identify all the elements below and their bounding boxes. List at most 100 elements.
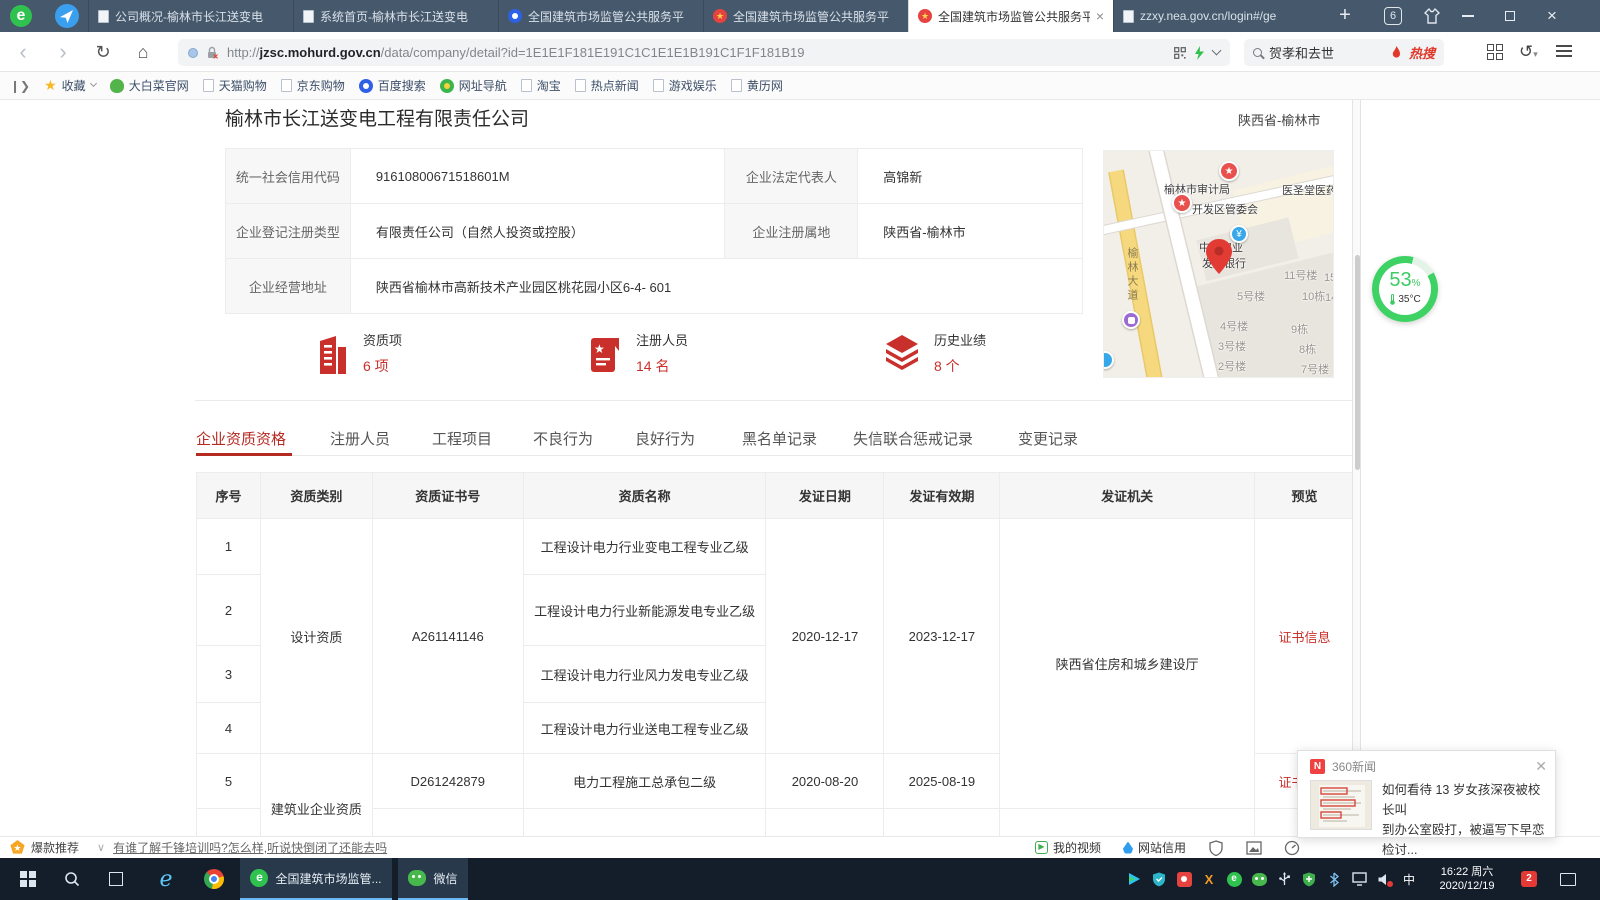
ime-indicator[interactable]: 中 xyxy=(1401,871,1417,887)
display-icon[interactable] xyxy=(1351,871,1367,887)
map-red-pin[interactable] xyxy=(1206,239,1232,275)
bookmark-baidu[interactable]: 百度搜索 xyxy=(359,77,426,94)
taskbar-wechat-app[interactable]: 微信 xyxy=(398,858,468,900)
back-icon[interactable]: ‹ xyxy=(8,32,38,72)
browser-tab-5-active[interactable]: ★ 全国建筑市场监管公共服务平 × xyxy=(908,0,1113,32)
news-thumbnail[interactable] xyxy=(1310,780,1372,830)
bookmark-jd[interactable]: 京东购物 xyxy=(281,77,345,94)
bookmark-nav[interactable]: 网址导航 xyxy=(440,77,507,94)
green-shield-icon[interactable] xyxy=(1301,871,1317,887)
favorites-menu[interactable]: ★ 收藏 xyxy=(44,77,96,94)
home-icon[interactable]: ⌂ xyxy=(128,32,158,72)
usb-icon[interactable] xyxy=(1276,871,1292,887)
time: 16:22 周六 xyxy=(1441,865,1494,879)
taskbar-ie-button[interactable]: e xyxy=(144,858,188,900)
tab-change-records[interactable]: 变更记录 xyxy=(1018,428,1078,449)
new-tab-button[interactable]: + xyxy=(1332,3,1358,29)
popup-close-icon[interactable]: ✕ xyxy=(1535,758,1547,775)
x-app-icon[interactable]: X xyxy=(1201,871,1217,887)
taskbar-clock[interactable]: 16:22 周六 2020/12/19 xyxy=(1428,858,1506,900)
taskbar-search-button[interactable] xyxy=(52,858,92,900)
hot-search-label[interactable]: 热搜 xyxy=(1409,43,1435,62)
collapse-icon[interactable]: ∨ xyxy=(97,841,105,854)
browser-tab-3[interactable]: 全国建筑市场监管公共服务平 xyxy=(498,0,703,32)
scrollbar-thumb[interactable] xyxy=(1355,255,1360,470)
tab-dishonesty-records[interactable]: 失信联合惩戒记录 xyxy=(853,428,973,449)
undo-recent-icon[interactable]: ↺▾ xyxy=(1519,42,1538,62)
site-info-icon[interactable] xyxy=(188,48,198,58)
browser-app-icon: e xyxy=(250,869,268,887)
map-star-marker[interactable]: ★ xyxy=(1172,193,1192,213)
tab-qualifications[interactable]: 企业资质资格 xyxy=(196,428,286,449)
search-box[interactable]: 贺孝和去世 热搜 xyxy=(1244,39,1444,66)
tab-blacklist[interactable]: 黑名单记录 xyxy=(742,428,817,449)
taskbar-chrome-button[interactable] xyxy=(192,858,236,900)
red-app-icon[interactable] xyxy=(1176,871,1192,887)
map-building-label: 2号楼 xyxy=(1218,358,1246,374)
close-button[interactable]: × xyxy=(1534,0,1570,32)
message-badge[interactable]: 2 xyxy=(1512,858,1546,900)
tab-registered-personnel[interactable]: 注册人员 xyxy=(330,428,390,449)
url-text[interactable]: http://jzsc.mohurd.gov.cn/data/company/d… xyxy=(227,45,1166,60)
speed-lightning-icon[interactable] xyxy=(1194,46,1205,60)
browser-tab-4[interactable]: ★ 全国建筑市场监管公共服务平 xyxy=(703,0,908,32)
tab-close-icon[interactable]: × xyxy=(1096,10,1104,22)
360-shield-icon[interactable] xyxy=(1151,871,1167,887)
forward-icon[interactable]: › xyxy=(48,32,78,72)
wechat-tray-icon[interactable] xyxy=(1251,871,1267,887)
tab-good-behavior[interactable]: 良好行为 xyxy=(635,428,695,449)
insecure-lock-icon: × xyxy=(206,46,219,60)
location-map[interactable]: 榆林市审计局 医圣堂医药 开发区管委会 中国农业 发展银行 11号楼 5号楼 1… xyxy=(1103,150,1334,378)
cell-no: 3 xyxy=(197,646,261,703)
bookmark-huangli[interactable]: 黄历网 xyxy=(731,77,783,94)
task-view-button[interactable] xyxy=(96,858,136,900)
certificate-info-link[interactable]: 证书信息 xyxy=(1255,519,1355,754)
map-bank-marker[interactable]: ¥ xyxy=(1230,225,1248,243)
shield-icon[interactable] xyxy=(1208,840,1224,856)
skin-theme-icon[interactable] xyxy=(1422,6,1442,26)
bluetooth-icon[interactable] xyxy=(1326,871,1342,887)
taskbar-active-app[interactable]: e 全国建筑市场监管... xyxy=(240,858,392,900)
qr-code-icon[interactable] xyxy=(1174,47,1186,59)
news-headline[interactable]: 如何看待 13 岁女孩深夜被校长叫 到办公室殴打，被逼写下早恋检讨... xyxy=(1382,780,1545,860)
expand-sidebar-icon[interactable]: ❙❯ xyxy=(10,79,30,93)
bookmark-games[interactable]: 游戏娱乐 xyxy=(653,77,717,94)
browser-tab-1[interactable]: 公司概况-榆林市长江送变电 xyxy=(88,0,293,32)
page-icon xyxy=(1123,10,1134,23)
map-shop-marker[interactable] xyxy=(1122,311,1140,329)
volume-icon[interactable] xyxy=(1376,871,1392,887)
bookmark-tmall[interactable]: 天猫购物 xyxy=(203,77,267,94)
360-browser-icon[interactable]: e xyxy=(1226,871,1242,887)
main-menu-icon[interactable] xyxy=(1556,45,1572,57)
apps-grid-icon[interactable] xyxy=(1487,44,1503,60)
bookmark-news[interactable]: 热点新闻 xyxy=(575,77,639,94)
bookmark-dabaicai[interactable]: 大白菜官网 xyxy=(110,77,189,94)
tab-count-badge[interactable]: 6 xyxy=(1384,7,1402,25)
map-star-marker[interactable]: ★ xyxy=(1219,161,1239,181)
compass-icon[interactable] xyxy=(55,4,79,28)
image-icon[interactable] xyxy=(1246,841,1262,855)
hot-recommend-label[interactable]: 爆款推荐 xyxy=(31,839,79,856)
minimize-button[interactable] xyxy=(1450,0,1486,32)
tencent-video-icon[interactable] xyxy=(1126,871,1142,887)
action-center-button[interactable] xyxy=(1548,858,1588,900)
browser-tab-6[interactable]: zzxy.nea.gov.cn/login#/ge xyxy=(1113,0,1318,32)
chevron-down-icon[interactable] xyxy=(1212,46,1222,56)
site-credit-button[interactable]: 网站信用 xyxy=(1123,839,1186,856)
bookmark-taobao[interactable]: 淘宝 xyxy=(521,77,561,94)
map-building-label: 3号楼 xyxy=(1218,338,1246,354)
tab-bad-behavior[interactable]: 不良行为 xyxy=(533,428,593,449)
url-box[interactable]: × http://jzsc.mohurd.gov.cn/data/company… xyxy=(178,39,1230,66)
search-suggestion[interactable]: 贺孝和去世 xyxy=(1269,43,1384,62)
browser-tab-2[interactable]: 系统首页-榆林市长江送变电 xyxy=(293,0,498,32)
national-emblem-icon: ★ xyxy=(713,9,727,23)
speedup-ball[interactable]: 53% 35°C xyxy=(1372,256,1438,322)
page-scrollbar[interactable] xyxy=(1352,100,1361,836)
tab-projects[interactable]: 工程项目 xyxy=(432,428,492,449)
refresh-icon[interactable]: ↻ xyxy=(88,32,118,72)
start-button[interactable] xyxy=(8,858,48,900)
restore-button[interactable] xyxy=(1492,0,1528,32)
recommend-link[interactable]: 有谁了解千锋培训吗?怎么样,听说快倒闭了还能去吗 xyxy=(113,839,387,856)
browser-logo-icon[interactable]: e xyxy=(10,5,32,27)
my-videos-button[interactable]: ▶我的视频 xyxy=(1035,839,1101,856)
